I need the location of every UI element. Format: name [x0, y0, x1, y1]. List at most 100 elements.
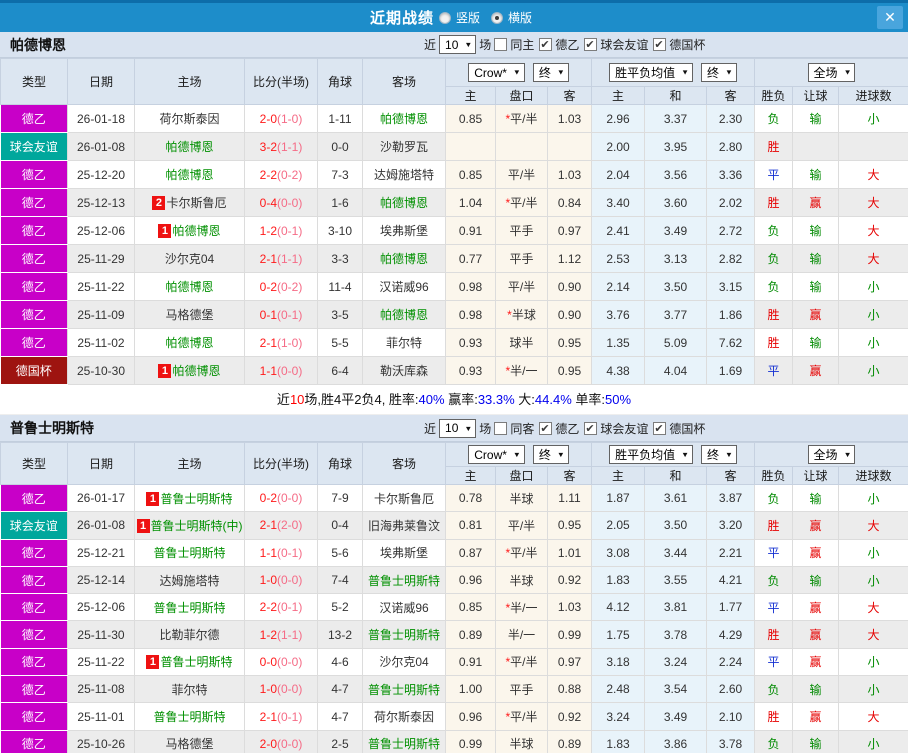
home-team-cell: 1 帕德博恩 [134, 356, 245, 385]
away-team-cell: 帕德博恩 [362, 188, 446, 217]
halftime-score: (0-0) [277, 654, 303, 669]
col-odds-home: 主 [445, 466, 496, 485]
odds-source-dropdown[interactable]: Crow* ▼ [468, 445, 525, 464]
date-cell: 25-11-30 [67, 620, 135, 649]
fulltime-dropdown[interactable]: 全场 ▼ [807, 63, 856, 82]
league-label-cup[interactable]: 德国杯 [669, 36, 705, 53]
fulltime-score: 2-0 [259, 736, 277, 751]
away-team-cell: 达姆施塔特 [362, 160, 446, 189]
match-row: 球会友谊 26-01-08 帕德博恩 3-2(1-1) 0-0 沙勒罗瓦 2.00 3.95 2… [0, 132, 908, 161]
same-venue-label[interactable]: 同客 [510, 420, 534, 437]
handicap-result-cell: 输 [792, 328, 840, 357]
chevron-down-icon: ▼ [725, 450, 733, 459]
odds-final-dropdown[interactable]: 终 ▼ [532, 63, 569, 82]
same-venue-checkbox[interactable] [494, 421, 508, 435]
odds-final-value: 终 [538, 66, 551, 80]
fulltime-score: 0-4 [259, 195, 277, 210]
team-name: 帕德博恩 [379, 308, 428, 322]
corners-cell: 4-6 [317, 648, 363, 677]
mean-home-cell: 1.35 [591, 328, 645, 357]
handicap-cell: *平/半 [495, 539, 548, 567]
mean-final-dropdown[interactable]: 终 ▼ [701, 445, 737, 464]
same-venue-label[interactable]: 同主 [510, 36, 534, 53]
league-checkbox-cup[interactable] [653, 38, 667, 51]
league-type-cell: 德乙 [0, 539, 68, 567]
mean-home-cell: 4.38 [591, 356, 645, 385]
league-checkbox-friendly[interactable] [584, 38, 598, 51]
league-label-cup[interactable]: 德国杯 [669, 420, 705, 437]
league-label-friendly[interactable]: 球会友谊 [600, 420, 648, 437]
wdl-result-cell: 胜 [754, 132, 794, 161]
date-cell: 25-11-02 [67, 328, 135, 357]
league-label-bundesliga2[interactable]: 德乙 [555, 420, 579, 437]
chevron-down-icon: ▼ [512, 450, 521, 459]
titlebar: 近期战绩 竖版 横版 ✕ [0, 0, 908, 32]
home-team-cell: 达姆施塔特 [134, 566, 245, 595]
handicap-cell: *平/半 [495, 188, 548, 217]
team-name: 达姆施塔特 [373, 168, 434, 182]
wdl-result-cell: 平 [754, 648, 794, 677]
match-count-dropdown[interactable]: 10 ▼ [439, 35, 477, 54]
mean-odds-dropdown[interactable]: 胜平负均值 ▼ [609, 445, 693, 464]
wdl-result-cell: 负 [754, 730, 794, 753]
corners-cell: 3-5 [317, 300, 363, 329]
mean-away-cell: 1.69 [706, 356, 756, 385]
date-cell: 26-01-08 [67, 511, 135, 540]
home-team-cell: 帕德博恩 [134, 132, 245, 161]
match-row: 德乙 25-11-08 菲尔特 1-0(0-0) 4-7 普鲁士明斯特 1.00 平手 0.88… [0, 675, 908, 704]
league-checkbox-bundesliga2[interactable] [539, 421, 553, 435]
summary-segment: 44.4% [534, 392, 572, 407]
mean-draw-cell: 3.86 [644, 730, 707, 753]
mean-draw-cell: 3.24 [644, 648, 707, 677]
league-type-cell: 德乙 [0, 300, 68, 329]
odds-source-dropdown[interactable]: Crow* ▼ [468, 63, 525, 82]
fulltime-score: 1-1 [259, 363, 277, 378]
rank-badge: 1 [136, 518, 150, 533]
goals-result-cell: 大 [838, 160, 908, 189]
league-checkbox-bundesliga2[interactable] [539, 38, 553, 51]
handicap-result-cell: 输 [792, 244, 840, 273]
score-cell: 1-1(0-1) [244, 539, 318, 567]
mean-final-dropdown[interactable]: 终 ▼ [701, 63, 737, 82]
radio-vertical-label[interactable]: 竖版 [456, 9, 480, 26]
handicap-cell: *平/半 [495, 104, 548, 133]
odds-final-dropdown[interactable]: 终 ▼ [532, 445, 569, 464]
match-row: 德乙 25-11-01 普鲁士明斯特 2-1(0-1) 4-7 荷尔斯泰因 0.96 *平/半… [0, 702, 908, 731]
league-type-cell: 德乙 [0, 272, 68, 301]
radio-vertical-layout[interactable] [438, 11, 451, 24]
col-handicap: 盘口 [495, 86, 548, 105]
away-team-cell: 卡尔斯鲁厄 [362, 484, 446, 513]
team-name: 帕德博恩 [172, 224, 221, 238]
away-team-cell: 沙勒罗瓦 [362, 132, 446, 161]
halftime-score: (0-0) [277, 363, 303, 378]
same-venue-checkbox[interactable] [494, 38, 508, 51]
radio-horizontal-label[interactable]: 横版 [508, 9, 532, 26]
date-cell: 25-11-01 [67, 702, 135, 731]
rank-badge: 1 [158, 224, 172, 238]
close-icon[interactable]: ✕ [877, 6, 903, 29]
league-checkbox-cup[interactable] [653, 421, 667, 435]
league-label-friendly[interactable]: 球会友谊 [600, 36, 648, 53]
wdl-result-cell: 负 [754, 675, 794, 704]
date-cell: 25-12-20 [67, 160, 135, 189]
home-team-cell: 沙尔克04 [134, 244, 245, 273]
fulltime-dropdown[interactable]: 全场 ▼ [807, 445, 856, 464]
league-label-bundesliga2[interactable]: 德乙 [555, 36, 579, 53]
halftime-score: (0-2) [277, 279, 303, 294]
away-team-cell: 汉诺威96 [362, 593, 446, 622]
score-cell: 2-2(0-2) [244, 160, 318, 189]
col-home: 主场 [134, 442, 245, 485]
match-row: 德乙 26-01-18 荷尔斯泰因 2-0(1-0) 1-11 帕德博恩 0.85 *平/半 1… [0, 104, 908, 133]
league-type-cell: 德乙 [0, 188, 68, 217]
handicap-cell: 平/半 [495, 511, 548, 540]
match-count-dropdown[interactable]: 10 ▼ [439, 418, 477, 438]
col-home: 主场 [134, 58, 245, 105]
league-checkbox-friendly[interactable] [584, 421, 598, 435]
mean-odds-dropdown[interactable]: 胜平负均值 ▼ [609, 63, 693, 82]
team-name: 沙勒罗瓦 [379, 140, 428, 154]
match-row: 德乙 25-12-06 普鲁士明斯特 2-2(0-1) 5-2 汉诺威96 0.85 *半/一… [0, 593, 908, 622]
score-cell: 0-1(0-1) [244, 300, 318, 329]
odds-group-header: Crow* ▼ 终 ▼ [445, 442, 592, 467]
radio-horizontal-layout[interactable] [491, 11, 503, 24]
team-name: 普鲁士明斯特 [153, 710, 226, 725]
